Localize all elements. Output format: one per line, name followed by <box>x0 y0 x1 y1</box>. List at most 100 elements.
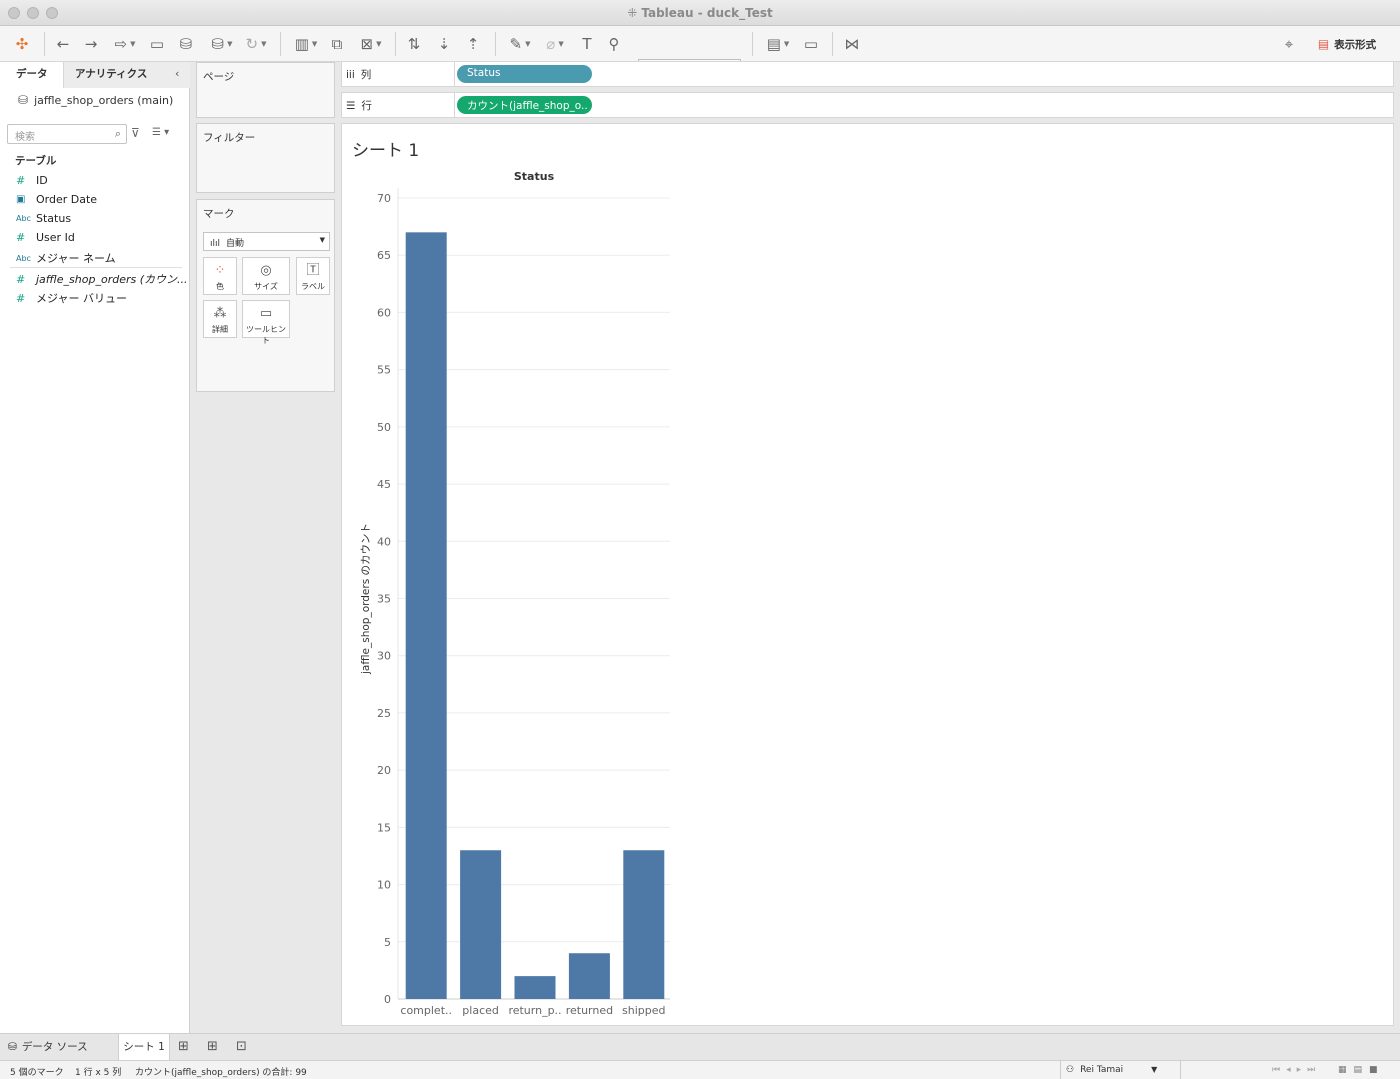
new-worksheet-tab-icon[interactable]: ⊞ <box>178 1034 189 1060</box>
show-me-icon: ▤ <box>1317 37 1330 51</box>
field-name: ID <box>36 174 48 187</box>
tab-data[interactable]: データ <box>0 62 63 88</box>
bar-chart: Status 0 5 10 15 20 25 30 35 40 45 50 55 60 65 70 jaffle… <box>360 170 670 1017</box>
number-field-icon: # <box>16 231 26 244</box>
toolbar: ✣ ← → ⇨ ▼ ▭ ⛁ ⛁ ▼ ↻ ▼ ▥ ▼ ⧉ ⊠ ▼ ⇅ ⇣ ⇡ ✎ ▼ ⌀ ▼ T… <box>0 26 1400 79</box>
bar-4 <box>623 850 665 999</box>
field-name: メジャー ネーム <box>36 252 116 265</box>
sort-descending-icon[interactable]: ⇡ <box>464 34 482 54</box>
new-datasource-icon[interactable]: ⛁ <box>176 34 196 54</box>
show-mark-labels-icon[interactable]: T <box>578 34 596 54</box>
number-field-icon: # <box>16 174 26 187</box>
user-menu[interactable]: ⚇ Rei Tamai ▼ <box>1066 1065 1157 1075</box>
field-item[interactable]: ▣ Order Date <box>16 193 97 206</box>
sheet-navigation-icons[interactable]: ⏮◂▸⏭ <box>1272 1065 1321 1075</box>
label-button[interactable]: 🅃 ラベル <box>296 257 330 295</box>
datasource-item[interactable]: ⛁ jaffle_shop_orders (main) <box>18 93 173 107</box>
redo-icon[interactable]: → <box>82 34 100 54</box>
datasource-tab[interactable]: ⛁ データ ソース <box>8 1034 108 1060</box>
tab-analytics[interactable]: アナリティクス <box>63 62 190 88</box>
columns-shelf[interactable]: iii 列 Status <box>341 61 1394 87</box>
bar-3 <box>568 953 610 999</box>
search-input[interactable]: 検索 ⌕ <box>7 124 127 144</box>
y-tick-label: 70 <box>377 192 391 205</box>
y-tick-label: 10 <box>377 879 391 892</box>
save-icon[interactable]: ▭ <box>148 34 166 54</box>
refresh-icon[interactable]: ↻ ▼ <box>240 34 272 54</box>
x-tick-label: shipped <box>622 1004 665 1017</box>
rows-icon: ☰ <box>346 100 356 112</box>
cards-pane: ページ フィルター マーク ılıl 自動 ▼ ⁘ 色 ◎ サイズ 🅃 ラベル ⁂ 詳細 ▭… <box>190 62 340 1033</box>
status-bar: 5 個のマーク 1 行 x 5 列 カウント(jaffle_shop_order… <box>0 1060 1400 1079</box>
size-button[interactable]: ◎ サイズ <box>242 257 290 295</box>
status-pill[interactable]: Status <box>457 65 592 83</box>
field-item[interactable]: # ID <box>16 174 48 187</box>
number-field-icon: # <box>16 291 26 305</box>
field-name: メジャー バリュー <box>36 292 127 305</box>
marks-card: マーク ılıl 自動 ▼ ⁘ 色 ◎ サイズ 🅃 ラベル ⁂ 詳細 ▭ ツールヒント <box>196 199 335 392</box>
swap-rows-columns-icon[interactable]: ⇅ <box>405 34 423 54</box>
group-members-icon[interactable]: ⌀ ▼ <box>540 34 570 54</box>
sheet-tab[interactable]: シート 1 <box>118 1034 170 1060</box>
view-options-icon[interactable]: ☰ ▾ <box>152 127 169 138</box>
sort-ascending-icon[interactable]: ⇣ <box>435 34 453 54</box>
field-item[interactable]: Abc Status <box>16 212 71 225</box>
y-tick-label: 30 <box>377 650 391 663</box>
share-icon[interactable]: ⋈ <box>842 34 862 54</box>
pages-card[interactable]: ページ <box>196 62 335 118</box>
filter-icon[interactable]: ⊽ <box>131 126 140 140</box>
field-item[interactable]: # User Id <box>16 231 75 244</box>
y-tick-label: 0 <box>384 993 391 1006</box>
replay-icon[interactable]: ⇨ ▼ <box>110 34 140 54</box>
count-pill[interactable]: カウント(jaffle_shop_o.. <box>457 96 592 114</box>
new-dashboard-tab-icon[interactable]: ⊞ <box>207 1034 218 1060</box>
new-worksheet-icon[interactable]: ▥ ▼ <box>290 34 322 54</box>
new-story-tab-icon[interactable]: ⊡ <box>236 1034 247 1060</box>
detail-icon: ⁂ <box>213 306 227 321</box>
pause-updates-icon[interactable]: ⛁ ▼ <box>206 34 238 54</box>
color-button[interactable]: ⁘ 色 <box>203 257 237 295</box>
rows-columns: 1 行 x 5 列 <box>75 1068 122 1078</box>
y-tick-label: 25 <box>377 707 391 720</box>
label-icon: 🅃 <box>306 263 320 278</box>
field-item[interactable]: Abc メジャー ネーム <box>16 250 116 266</box>
rows-shelf[interactable]: ☰ 行 カウント(jaffle_shop_o.. <box>341 92 1394 118</box>
field-item[interactable]: # jaffle_shop_orders (カウン... <box>16 271 188 287</box>
show-me-button[interactable]: ▤ 表示形式 <box>1312 34 1382 54</box>
tableau-doc-icon: ⁜ <box>627 6 638 20</box>
chart-title: Status <box>514 170 555 183</box>
mark-type-dropdown[interactable]: ılıl 自動 ▼ <box>203 232 330 251</box>
y-tick-label: 60 <box>377 306 391 319</box>
y-tick-label: 15 <box>377 821 391 834</box>
presentation-mode-icon[interactable]: ▭ <box>800 34 822 54</box>
show-cards-icon[interactable]: ▤ ▼ <box>762 34 794 54</box>
undo-icon[interactable]: ← <box>54 34 72 54</box>
paint-format-icon[interactable]: ⌖ <box>1278 34 1300 54</box>
x-tick-label: placed <box>462 1004 499 1017</box>
collapse-pane-icon[interactable]: ‹ <box>175 67 179 80</box>
x-tick-label: return_p.. <box>508 1004 561 1017</box>
clear-sheet-icon[interactable]: ⊠ ▼ <box>355 34 387 54</box>
y-tick-label: 50 <box>377 421 391 434</box>
tableau-logo-icon[interactable]: ✣ <box>12 34 32 54</box>
y-tick-label: 40 <box>377 535 391 548</box>
duplicate-sheet-icon[interactable]: ⧉ <box>328 34 346 54</box>
field-name: Order Date <box>36 193 98 206</box>
filters-card[interactable]: フィルター <box>196 123 335 193</box>
sum-summary: カウント(jaffle_shop_orders) の合計: 99 <box>135 1068 307 1078</box>
view-mode-icons[interactable]: ▦▤■ <box>1338 1065 1385 1075</box>
tooltip-button[interactable]: ▭ ツールヒント <box>242 300 290 345</box>
x-tick-label: complet.. <box>400 1004 452 1017</box>
y-tick-label: 65 <box>377 249 391 262</box>
y-axis-title: jaffle_shop_orders のカウント <box>360 523 372 675</box>
field-item[interactable]: # メジャー バリュー <box>16 290 127 306</box>
datasource-tab-icon: ⛁ <box>8 1041 17 1053</box>
detail-button[interactable]: ⁂ 詳細 <box>203 300 237 338</box>
y-tick-label: 20 <box>377 764 391 777</box>
color-icon: ⁘ <box>214 263 226 278</box>
number-field-icon: # <box>16 272 26 286</box>
tooltip-icon: ▭ <box>259 306 273 321</box>
sheet-tab-bar: ⛁ データ ソース シート 1 ⊞ ⊞ ⊡ <box>0 1033 1400 1060</box>
highlight-icon[interactable]: ✎ ▼ <box>505 34 535 54</box>
pin-axes-icon[interactable]: ⚲ <box>605 34 623 54</box>
